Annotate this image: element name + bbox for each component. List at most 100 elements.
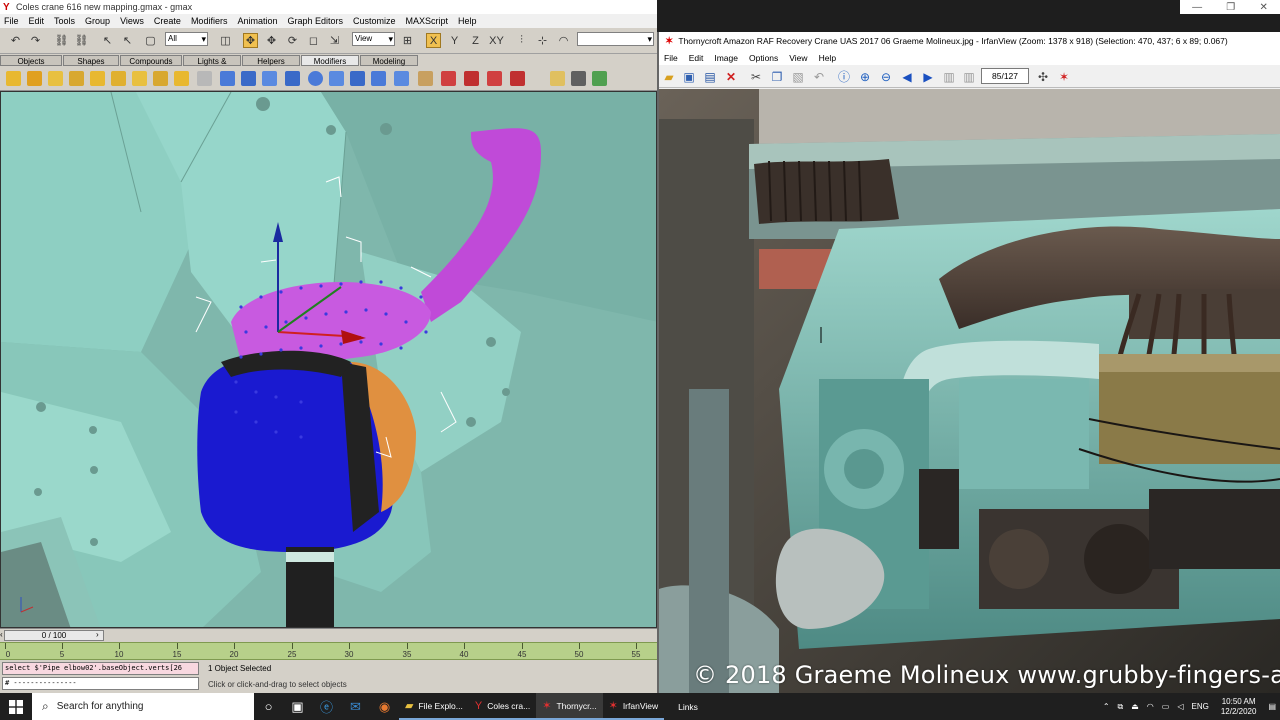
move-alt-icon[interactable]: ✥ (264, 33, 279, 48)
gmax-menu-create[interactable]: Create (154, 16, 181, 26)
tab-lights-cameras[interactable]: Lights & Cameras (183, 55, 241, 77)
modifier-tessellate-icon[interactable] (394, 71, 409, 86)
modifier-checker-icon[interactable] (571, 71, 586, 86)
last-page-icon[interactable]: ▥ (961, 69, 977, 85)
gmax-menu-group[interactable]: Group (85, 16, 110, 26)
selection-filter-dropdown[interactable]: All (165, 32, 208, 46)
irfan-menu-file[interactable]: File (664, 53, 678, 63)
time-prev-arrow-icon[interactable]: ‹ (0, 630, 4, 641)
mirror-icon[interactable]: ⫶ (514, 33, 529, 48)
task-irfanview[interactable]: ✶ IrfanView (602, 693, 665, 720)
modifier-unwrap-icon[interactable] (241, 71, 256, 86)
minimize-icon[interactable]: — (1192, 2, 1202, 13)
undo-icon[interactable]: ↶ (8, 33, 23, 48)
irfan-menu-edit[interactable]: Edit (689, 53, 704, 63)
angle-snap-icon[interactable]: ◠ (556, 33, 571, 48)
task-gmax[interactable]: Y Coles cra... (468, 693, 537, 720)
network-icon[interactable]: ⧉ (1118, 702, 1124, 712)
reference-coord-dropdown[interactable]: View (352, 32, 395, 46)
cortana-icon[interactable]: ○ (254, 693, 283, 720)
track-bar[interactable]: 0 5 10 15 20 25 30 35 40 45 50 55 (0, 642, 657, 660)
squash-icon[interactable]: ⇲ (327, 33, 342, 48)
irfan-menu-view[interactable]: View (789, 53, 807, 63)
irfan-menu-image[interactable]: Image (714, 53, 738, 63)
delete-icon[interactable]: ✕ (723, 69, 739, 85)
task-file-explorer[interactable]: ▰ File Explo... (399, 693, 469, 720)
maxscript-listener-input[interactable]: # --------------- (2, 677, 199, 690)
modifier-sphere-icon[interactable] (308, 71, 323, 86)
snap-icon[interactable]: ⊹ (535, 33, 550, 48)
close-icon[interactable]: ✕ (1259, 2, 1267, 13)
gmax-menu-help[interactable]: Help (458, 16, 477, 26)
modifier-noise-icon[interactable] (69, 71, 84, 86)
tab-modeling[interactable]: Modeling (360, 55, 418, 66)
gmax-menu-tools[interactable]: Tools (54, 16, 75, 26)
wifi-icon[interactable]: ◠ (1147, 702, 1154, 711)
modifier-ffd-icon[interactable] (174, 71, 189, 86)
gmax-menu-animation[interactable]: Animation (237, 16, 277, 26)
select-window-icon[interactable]: ◫ (218, 33, 233, 48)
cut-icon[interactable]: ✂ (748, 69, 764, 85)
modifier-ripple-icon[interactable] (132, 71, 147, 86)
store-icon[interactable]: ▣ (283, 693, 312, 720)
gmax-menu-maxscript[interactable]: MAXScript (406, 16, 449, 26)
restrict-xy-icon[interactable]: XY (489, 33, 504, 48)
info-icon[interactable]: ⓘ (836, 69, 852, 85)
copy-icon[interactable]: ❐ (769, 69, 785, 85)
region-select-icon[interactable]: ▢ (143, 33, 158, 48)
modifier-uvw-icon[interactable] (220, 71, 235, 86)
modifier-xform-icon[interactable] (487, 71, 502, 86)
perspective-viewport[interactable] (0, 91, 657, 628)
scale-icon[interactable]: ◻ (306, 33, 321, 48)
irfan-menu-options[interactable]: Options (749, 53, 778, 63)
restrict-y-icon[interactable]: Y (447, 33, 462, 48)
usb-icon[interactable]: ⏏ (1131, 702, 1139, 711)
gmax-menu-views[interactable]: Views (120, 16, 144, 26)
next-image-icon[interactable]: ▶ (920, 69, 936, 85)
zoom-out-icon[interactable]: ⊖ (878, 69, 894, 85)
page-counter[interactable]: 85/127 (981, 68, 1029, 84)
modifier-bend-icon[interactable] (6, 71, 21, 86)
modifier-edit-mesh-icon[interactable] (285, 71, 300, 86)
modifier-vol-select-icon[interactable] (550, 71, 565, 86)
photo-canvas[interactable]: © 2018 Graeme Molineux www.grubby-finger… (659, 89, 1280, 693)
zoom-in-icon[interactable]: ⊕ (857, 69, 873, 85)
modifier-stretch-icon[interactable] (90, 71, 105, 86)
modifier-bevel-icon[interactable] (464, 71, 479, 86)
modifier-normal-icon[interactable] (329, 71, 344, 86)
modifier-taper-icon[interactable] (27, 71, 42, 86)
rotate-icon[interactable]: ⟳ (285, 33, 300, 48)
link-icon[interactable]: ⛓ (54, 33, 69, 48)
restrict-x-icon[interactable]: X (426, 33, 441, 48)
gmax-menu-modifiers[interactable]: Modifiers (191, 16, 228, 26)
tab-compounds[interactable]: Compounds (120, 55, 182, 66)
pivot-icon[interactable]: ⊞ (400, 33, 415, 48)
select-icon[interactable]: ↖ (100, 33, 115, 48)
time-slider[interactable]: 0 / 100 (4, 630, 104, 641)
clock[interactable]: 10:50 AM 12/2/2020 (1221, 697, 1257, 717)
select-by-name-icon[interactable]: ↖ (120, 33, 135, 48)
restrict-z-icon[interactable]: Z (468, 33, 483, 48)
modifier-extrude-icon[interactable] (418, 71, 433, 86)
volume-icon[interactable]: ◁ (1177, 702, 1183, 711)
modifier-mesh-select-icon[interactable] (262, 71, 277, 86)
modifier-skew-icon[interactable] (111, 71, 126, 86)
modifier-color-icon[interactable] (592, 71, 607, 86)
modifier-cap-icon[interactable] (510, 71, 525, 86)
tab-helpers[interactable]: Helpers (242, 55, 300, 66)
open-folder-icon[interactable]: ▰ (661, 69, 677, 85)
tab-modifiers[interactable]: Modifiers (301, 55, 359, 66)
named-selection-dropdown[interactable] (577, 32, 654, 46)
first-page-icon[interactable]: ▥ (941, 69, 957, 85)
modifier-lattice-icon[interactable] (197, 71, 212, 86)
tab-objects[interactable]: Objects (0, 55, 62, 66)
undo-icon[interactable]: ↶ (811, 69, 827, 85)
modifier-smooth-icon[interactable] (350, 71, 365, 86)
gmax-menu-customize[interactable]: Customize (353, 16, 396, 26)
redo-icon[interactable]: ↷ (28, 33, 43, 48)
battery-icon[interactable]: ▭ (1162, 702, 1170, 711)
modifier-twist-icon[interactable] (48, 71, 63, 86)
notification-icon[interactable]: ▤ (1268, 702, 1276, 711)
task-irfanview-photo[interactable]: ✶ Thornycr... (536, 693, 603, 720)
time-next-arrow-icon[interactable]: › (96, 630, 104, 641)
